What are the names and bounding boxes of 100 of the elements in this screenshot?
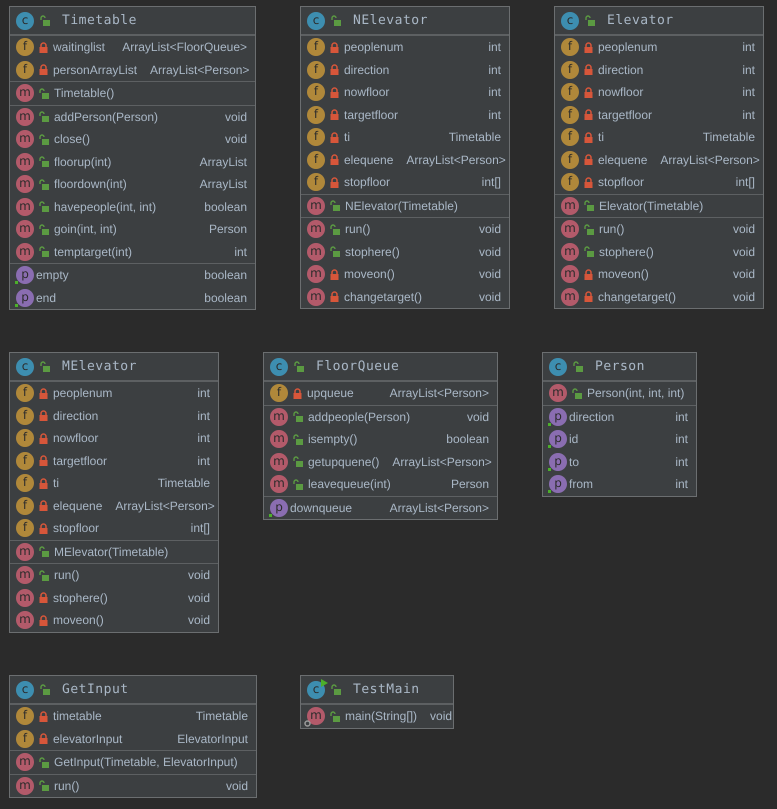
member-type: ArrayList <box>200 154 247 169</box>
method-icon: m <box>16 130 34 148</box>
unlocked-icon <box>585 15 595 26</box>
class-name: Person <box>595 359 645 374</box>
method-icon: m <box>16 542 34 561</box>
field-icon: f <box>307 38 325 56</box>
class-box[interactable]: c TestMain m main(String[]) void <box>300 675 454 728</box>
member-name: stophere() <box>599 244 655 259</box>
method-icon: m <box>16 776 34 795</box>
member-type: Person <box>208 222 247 236</box>
unlocked-icon <box>40 15 50 26</box>
member-name: elequene <box>598 152 648 167</box>
member-name: changetarget() <box>598 290 678 304</box>
member-type: ArrayList<Person> <box>150 62 250 77</box>
field-icon: f <box>561 173 579 192</box>
property-icon: p <box>549 452 567 471</box>
member-name: direction <box>344 62 390 77</box>
class-box[interactable] <box>9 352 219 632</box>
member-name: targetfloor <box>344 108 400 122</box>
field-icon: f <box>16 60 34 79</box>
field-icon: f <box>561 38 579 56</box>
member-type: void <box>224 132 247 146</box>
field-icon: f <box>16 384 34 402</box>
class-name: Timetable <box>62 13 137 28</box>
member-name: targetfloor <box>598 108 654 122</box>
property-icon: p <box>549 408 567 426</box>
member-name: Elevator(Timetable) <box>599 198 704 213</box>
member-name: close() <box>54 132 92 146</box>
member-type: int <box>197 431 210 446</box>
member-name: temptarget(int) <box>54 244 134 259</box>
field-icon: f <box>561 128 579 146</box>
member-type: Person <box>450 477 489 492</box>
member-name: elevatorInput <box>53 732 124 746</box>
class-icon: c <box>307 680 325 698</box>
member-name: direction <box>598 62 644 77</box>
member-type: int <box>675 454 688 469</box>
member-type: void <box>478 267 501 282</box>
field-icon: f <box>307 128 325 146</box>
member-type: int <box>197 454 210 468</box>
member-name: NElevator(Timetable) <box>345 198 459 213</box>
member-type: void <box>478 222 501 236</box>
unlocked-icon <box>40 361 50 372</box>
class-box[interactable] <box>554 6 764 309</box>
member-name: personArrayList <box>53 62 138 77</box>
field-icon: f <box>307 83 325 102</box>
class-box[interactable] <box>300 6 510 309</box>
member-type: int <box>742 108 755 122</box>
class-box[interactable] <box>9 6 256 310</box>
class-name: NElevator <box>353 13 428 28</box>
class-box[interactable]: c Person m Person(int, int, int) p direction int p id int p to int p from int <box>542 352 697 496</box>
field-icon: f <box>16 519 34 538</box>
method-icon: m <box>561 265 579 284</box>
member-name: moveon() <box>598 267 650 282</box>
member-type: int <box>234 244 247 259</box>
field-icon: f <box>16 474 34 492</box>
member-type: ArrayList<FloorQueue> <box>122 40 247 54</box>
property-icon: p <box>549 430 567 448</box>
class-box[interactable]: c GetInput f timetable Timetable f elevatorInput ElevatorInput m GetInput(Timetable, ElevatorInput) m run() void <box>9 675 257 798</box>
member-name: peoplenum <box>344 40 404 54</box>
member-name: havepeople(int, int) <box>54 200 158 214</box>
member-name: nowfloor <box>53 431 100 446</box>
member-name: upqueue <box>307 386 355 400</box>
member-type: int <box>675 477 688 492</box>
class-box[interactable]: c FloorQueue f upqueue ArrayList<Person> m addpeople(Person) void m isempty() boolean m getupquene() ArrayList<Person> m leavequeue(int) Person p downqueue ArrayList<Person> <box>263 352 498 520</box>
method-icon: m <box>270 452 288 471</box>
member-name: ti <box>53 476 60 490</box>
class-icon: c <box>270 358 288 376</box>
member-name: waitinglist <box>53 40 106 54</box>
member-type: int <box>742 85 755 100</box>
member-name: elequene <box>344 152 394 167</box>
member-name: moveon() <box>344 267 396 282</box>
member-name: id <box>569 432 580 446</box>
method-icon: m <box>270 430 288 448</box>
member-name: run() <box>54 778 80 793</box>
member-name: Person(int, int, int) <box>587 386 686 400</box>
property-icon: p <box>549 475 567 494</box>
member-type: int <box>197 386 210 400</box>
member-name: isempty() <box>308 432 358 446</box>
method-icon: m <box>561 196 579 215</box>
property-icon: p <box>16 266 34 284</box>
member-name: downqueue <box>290 500 354 515</box>
field-icon: f <box>307 106 325 124</box>
method-icon: m <box>270 408 288 426</box>
method-icon: m <box>561 242 579 261</box>
member-type: void <box>188 590 210 605</box>
member-type: int <box>488 85 501 100</box>
member-name: empty <box>36 268 70 282</box>
member-type: int <box>742 62 755 77</box>
member-name: addpeople(Person) <box>308 410 412 424</box>
member-type: boolean <box>204 268 247 282</box>
method-icon: m <box>561 220 579 238</box>
member-name: changetarget() <box>344 290 424 304</box>
member-type: int <box>675 432 688 446</box>
method-icon: m <box>307 265 325 284</box>
member-name: elequene <box>53 498 102 513</box>
class-icon: c <box>16 12 34 30</box>
member-type: void <box>478 290 501 304</box>
field-icon: f <box>16 429 34 448</box>
member-name: direction <box>53 408 100 423</box>
member-type: int <box>675 410 688 424</box>
